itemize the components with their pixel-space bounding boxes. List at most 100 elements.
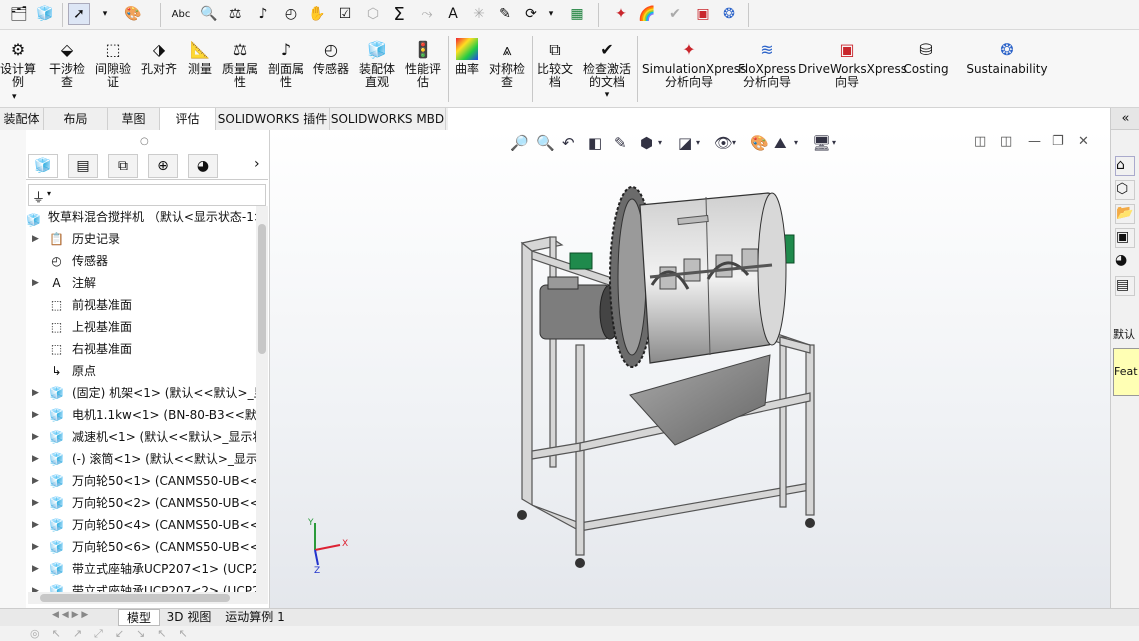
file-explorer-icon[interactable]: 📂 xyxy=(1115,204,1135,224)
edit-icon[interactable]: ✎ xyxy=(494,3,516,25)
chevron-down-icon[interactable]: ▾ xyxy=(580,89,634,102)
expand-arrow-icon[interactable]: ▶ xyxy=(32,536,39,558)
rebuild-icon[interactable]: ⟳ xyxy=(520,3,542,25)
compare-documents-button[interactable]: ⧉ 比较文 档 xyxy=(534,34,576,89)
tree-filter[interactable]: ⏚ ▾ xyxy=(28,184,266,206)
note-icon[interactable]: ♪ xyxy=(252,3,274,25)
expand-arrow-icon[interactable]: ▶ xyxy=(32,404,39,426)
mixer-machine-model[interactable] xyxy=(510,185,840,580)
expand-arrow-icon[interactable]: ▶ xyxy=(32,470,39,492)
chevron-down-icon[interactable]: ▾ xyxy=(658,138,662,147)
home-icon[interactable]: ⌂ xyxy=(1115,156,1135,176)
curvature-button[interactable]: 曲率 xyxy=(452,34,482,76)
scene-icon[interactable]: ⛰ xyxy=(774,134,787,152)
display-style-icon[interactable]: ◪ xyxy=(678,134,692,152)
restore-icon[interactable]: ❐ xyxy=(1052,134,1064,149)
select-arrow-icon[interactable]: ➚ xyxy=(68,3,90,25)
display-manager-tab-icon[interactable]: ◕ xyxy=(188,154,218,178)
clearance-button[interactable]: ⬚ 间隙验 证 xyxy=(92,34,134,89)
zoom-area-icon[interactable]: 🔍 xyxy=(536,134,555,152)
spell-check-icon[interactable]: Abc xyxy=(170,3,192,25)
mass-properties-button[interactable]: ⚖ 质量属 性 xyxy=(218,34,262,89)
interference-button[interactable]: ⬙ 干涉检 查 xyxy=(46,34,88,89)
cube-icon[interactable]: ⬡ xyxy=(362,3,384,25)
sensor-button[interactable]: ◴ 传感器 xyxy=(310,34,352,76)
tab-solidworks-mbd[interactable]: SOLIDWORKS MBD xyxy=(330,108,446,130)
dynamic-annotation-icon[interactable]: ✎ xyxy=(614,134,627,152)
expand-arrow-icon[interactable]: ▶ xyxy=(32,426,39,448)
dimxpert-tab-icon[interactable]: ⊕ xyxy=(148,154,178,178)
costing-button[interactable]: ⛁ Costing xyxy=(900,34,952,76)
tab-assembly[interactable]: 装配体 xyxy=(0,108,44,130)
horizontal-scrollbar-thumb[interactable] xyxy=(40,594,230,602)
configuration-manager-tab-icon[interactable]: ⧉ xyxy=(108,154,138,178)
zoom-fit-icon[interactable]: 🔎 xyxy=(510,134,529,152)
symmetry-button[interactable]: ⩓ 对称检 查 xyxy=(486,34,528,89)
driveworksxpress-button[interactable]: ▣ DriveWorksXpress 向导 xyxy=(798,34,907,89)
sparkle-icon[interactable]: ✳ xyxy=(468,3,490,25)
balance-icon[interactable]: ⚖ xyxy=(224,3,246,25)
checkmark-icon[interactable]: ✔ xyxy=(664,3,686,25)
appearance-icon[interactable]: 🎨 xyxy=(122,3,144,25)
assembly-icon[interactable]: 🗂 xyxy=(8,3,30,25)
check-active-doc-button[interactable]: ✔ 检查激活 的文档 ▾ xyxy=(580,34,634,102)
solid-icon[interactable]: ✦ xyxy=(610,3,632,25)
tile-right-icon[interactable]: ◫ xyxy=(1000,134,1012,149)
expand-arrow-icon[interactable]: ▶ xyxy=(32,382,39,404)
measure-button[interactable]: 📐 测量 xyxy=(183,34,217,76)
design-library-icon[interactable]: ⬡ xyxy=(1115,180,1135,200)
design-study-button[interactable]: ⚙ 设计算 例 xyxy=(0,34,36,89)
performance-button[interactable]: 🚦 性能评 估 xyxy=(402,34,444,89)
assembly-visualization-button[interactable]: 🧊 装配体 直观 xyxy=(356,34,398,89)
tab-solidworks-addins[interactable]: SOLIDWORKS 插件 xyxy=(216,108,330,130)
chevron-down-icon[interactable]: ▾ xyxy=(832,138,836,147)
component-icon[interactable]: 🧊 xyxy=(34,3,56,25)
feature-manager-tab-icon[interactable]: 🧊 xyxy=(28,154,58,178)
expand-arrow-icon[interactable]: ▶ xyxy=(32,514,39,536)
sustainability-button[interactable]: ❂ Sustainability xyxy=(966,34,1048,76)
chevron-down-icon[interactable]: ▾ xyxy=(12,92,17,102)
section-view-icon[interactable]: ◧ xyxy=(588,134,602,152)
property-manager-tab-icon[interactable]: ▤ xyxy=(68,154,98,178)
close-icon[interactable]: ✕ xyxy=(1078,134,1089,149)
custom-properties-icon[interactable]: ▤ xyxy=(1115,276,1135,296)
appearance-icon[interactable]: ◕ xyxy=(1115,252,1135,272)
section-properties-button[interactable]: ♪ 剖面属 性 xyxy=(264,34,308,89)
view-palette-icon[interactable]: ▣ xyxy=(1115,228,1135,248)
chevron-down-icon[interactable]: ▾ xyxy=(732,138,736,147)
view-orientation-icon[interactable]: ⬢ xyxy=(640,134,653,152)
chevron-down-icon[interactable]: ▾ xyxy=(94,3,116,25)
check-icon[interactable]: ☑ xyxy=(334,3,356,25)
sigma-icon[interactable]: Σ xyxy=(388,3,410,25)
hand-icon[interactable]: ✋ xyxy=(306,3,328,25)
expand-arrow-icon[interactable]: ▶ xyxy=(32,272,39,294)
expand-arrow-icon[interactable]: ▶ xyxy=(32,558,39,580)
expand-arrow-icon[interactable]: ▶ xyxy=(32,492,39,514)
minimize-icon[interactable]: — xyxy=(1028,134,1041,149)
simulationxpress-button[interactable]: ✦ SimulationXpress 分析向导 xyxy=(642,34,746,89)
rainbow-icon[interactable]: 🌈 xyxy=(636,3,658,25)
tab-scroll-arrows[interactable]: ◀ ◀ ▶ ▶ xyxy=(52,610,114,624)
tab-3d-view[interactable]: 3D 视图 xyxy=(162,609,216,626)
chevron-down-icon[interactable]: ▾ xyxy=(696,138,700,147)
vertical-scrollbar-thumb[interactable] xyxy=(258,224,266,354)
lines-icon[interactable]: ⤳ xyxy=(416,3,438,25)
vertical-scrollbar[interactable] xyxy=(256,206,268,594)
floxpress-button[interactable]: ≋ FloXpress 分析向导 xyxy=(738,34,796,89)
previous-view-icon[interactable]: ↶ xyxy=(562,134,575,152)
tab-layout[interactable]: 布局 xyxy=(44,108,108,130)
expand-arrow-icon[interactable]: ▶ xyxy=(32,228,39,250)
expand-arrow-icon[interactable]: ▶ xyxy=(32,448,39,470)
a-icon[interactable]: A xyxy=(442,3,464,25)
tab-sketch[interactable]: 草图 xyxy=(108,108,160,130)
chevron-down-icon[interactable]: ▾ xyxy=(794,138,798,147)
view-settings-icon[interactable]: 🖥 xyxy=(812,134,831,152)
chevron-right-icon[interactable]: › xyxy=(254,156,260,172)
tab-model[interactable]: 模型 xyxy=(118,609,160,626)
hide-show-icon[interactable]: 👁 xyxy=(714,134,733,152)
find-icon[interactable]: 🔍 xyxy=(198,3,220,25)
tile-left-icon[interactable]: ◫ xyxy=(974,134,986,149)
hole-align-button[interactable]: ⬗ 孔对齐 xyxy=(138,34,180,76)
gauge-icon[interactable]: ◴ xyxy=(280,3,302,25)
chevron-down-icon[interactable]: ▾ xyxy=(540,3,562,25)
